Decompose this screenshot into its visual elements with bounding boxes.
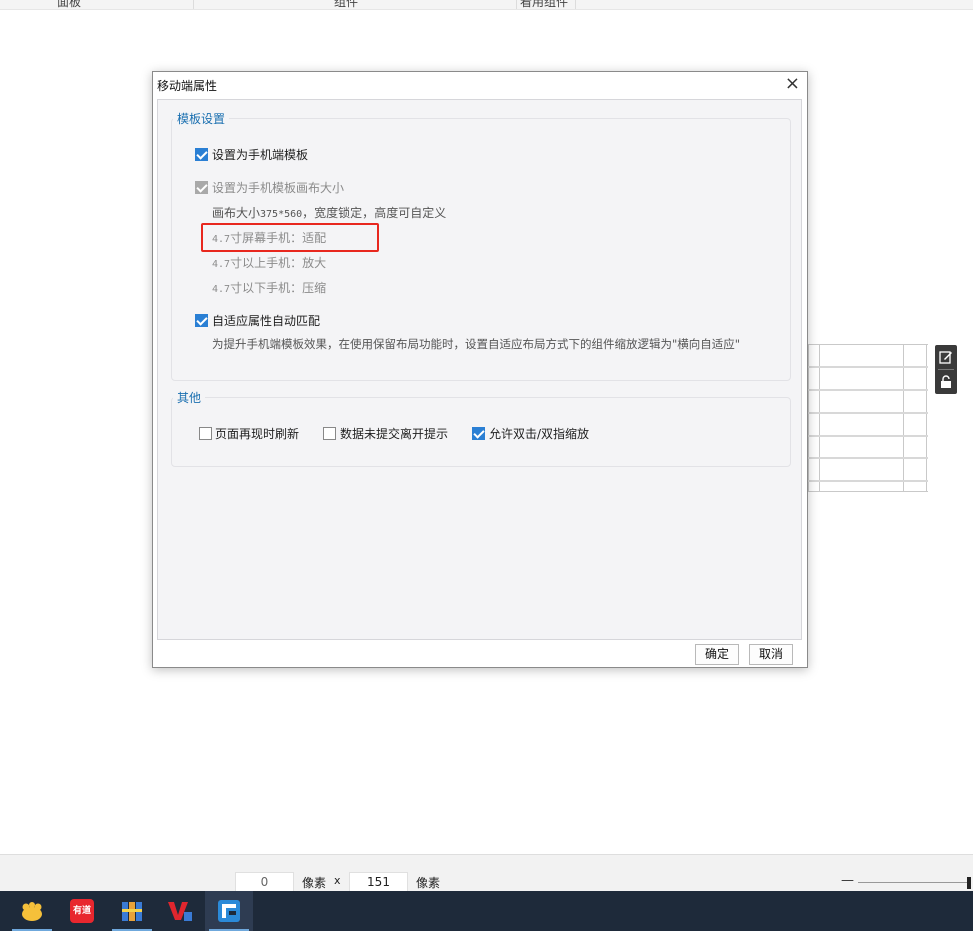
canvas-grid: [808, 344, 928, 492]
header-col-widget: 组件: [334, 0, 359, 9]
rule-above-47-inch: 4.7寸以上手机：放大: [212, 254, 326, 271]
close-icon[interactable]: ×: [785, 74, 800, 94]
template-settings-title: 模板设置: [173, 110, 230, 127]
canvas-width-locked: ，宽度锁定，: [302, 206, 375, 220]
rule-below-47-inch: 4.7寸以下手机：压缩: [212, 279, 326, 296]
dialog-body: 模板设置 设置为手机端模板 设置为手机模板画布大小 画布大小375*560，宽度…: [157, 99, 802, 640]
mobile-properties-dialog: 移动端属性 × 模板设置 设置为手机端模板 设置为手机模板画布大小 画布大小37…: [152, 71, 808, 668]
cancel-button[interactable]: 取消: [749, 644, 793, 665]
y-coordinate-input[interactable]: 151: [349, 872, 408, 892]
side-toolbar: [935, 345, 957, 394]
grid-line: [808, 435, 928, 437]
auto-match-checkbox[interactable]: [195, 314, 208, 327]
edit-icon[interactable]: [935, 345, 957, 369]
grid-line: [808, 457, 928, 459]
unsubmitted-prompt-label[interactable]: 数据未提交离开提示: [340, 425, 448, 442]
rule-prefix: 4.7: [212, 259, 231, 270]
unlock-icon[interactable]: [935, 370, 957, 394]
dialog-title: 移动端属性: [157, 79, 218, 93]
grid-line: [808, 344, 928, 345]
rule-text: 寸以下手机：压缩: [230, 281, 327, 295]
x-coordinate-input[interactable]: 0: [235, 872, 294, 892]
set-canvas-size-label: 设置为手机模板画布大小: [212, 181, 345, 195]
unsubmitted-prompt-checkbox[interactable]: [323, 427, 336, 440]
header-col-panel: 面板: [57, 0, 82, 9]
set-mobile-template-checkbox[interactable]: [195, 148, 208, 161]
header-separator: [516, 0, 517, 9]
refresh-on-show-label[interactable]: 页面再现时刷新: [215, 425, 299, 442]
x-unit-label: 像素: [302, 876, 327, 890]
grid-line: [808, 480, 928, 482]
zoom-out-icon[interactable]: —: [841, 873, 854, 888]
canvas-size-info: 画布大小375*560，宽度锁定，高度可自定义: [212, 204, 446, 221]
other-settings-title: 其他: [173, 389, 206, 406]
allow-zoom-checkbox[interactable]: [472, 427, 485, 440]
top-header-strip: 面板 组件 看用组件: [0, 0, 973, 10]
youdao-label: 有道: [70, 899, 94, 923]
set-mobile-template-label[interactable]: 设置为手机端模板: [212, 146, 308, 163]
header-col-used-widget: 看用组件: [520, 0, 569, 9]
grid-line: [808, 389, 928, 391]
app-archive-icon[interactable]: [108, 891, 156, 931]
app-wps-icon[interactable]: [156, 891, 204, 931]
rule-47-inch: 4.7寸屏幕手机：适配: [212, 229, 326, 246]
header-separator: [193, 0, 194, 9]
grid-line: [808, 366, 928, 368]
zoom-slider-track[interactable]: [858, 882, 970, 883]
status-bar: 0 像素 x 151 像素 —: [0, 854, 973, 892]
app-finereport-icon[interactable]: [205, 891, 253, 931]
auto-match-label[interactable]: 自适应属性自动匹配: [212, 312, 320, 329]
canvas-height-custom: 高度可自定义: [374, 206, 447, 220]
canvas-size-value: 375*560: [260, 209, 303, 220]
refresh-on-show-checkbox[interactable]: [199, 427, 212, 440]
rule-prefix: 4.7: [212, 234, 231, 245]
grid-line: [808, 491, 928, 492]
app-yellow-icon[interactable]: [8, 891, 56, 931]
canvas-size-prefix: 画布大小: [212, 206, 261, 220]
grid-line: [808, 412, 928, 414]
header-separator: [575, 0, 576, 9]
y-unit-label: 像素: [416, 876, 441, 890]
zoom-slider-handle[interactable]: [967, 877, 971, 889]
taskbar: 有道: [0, 891, 973, 931]
coordinate-separator: x: [334, 874, 341, 887]
allow-zoom-label[interactable]: 允许双击/双指缩放: [489, 425, 589, 442]
set-canvas-size-checkbox: [195, 181, 208, 194]
app-youdao-icon[interactable]: 有道: [58, 891, 106, 931]
ok-button[interactable]: 确定: [695, 644, 739, 665]
auto-match-description: 为提升手机端模板效果，在使用保留布局功能时，设置自适应布局方式下的组件缩放逻辑为…: [212, 337, 741, 351]
rule-text: 寸屏幕手机：适配: [230, 231, 327, 245]
rule-text: 寸以上手机：放大: [230, 256, 327, 270]
rule-prefix: 4.7: [212, 284, 231, 295]
